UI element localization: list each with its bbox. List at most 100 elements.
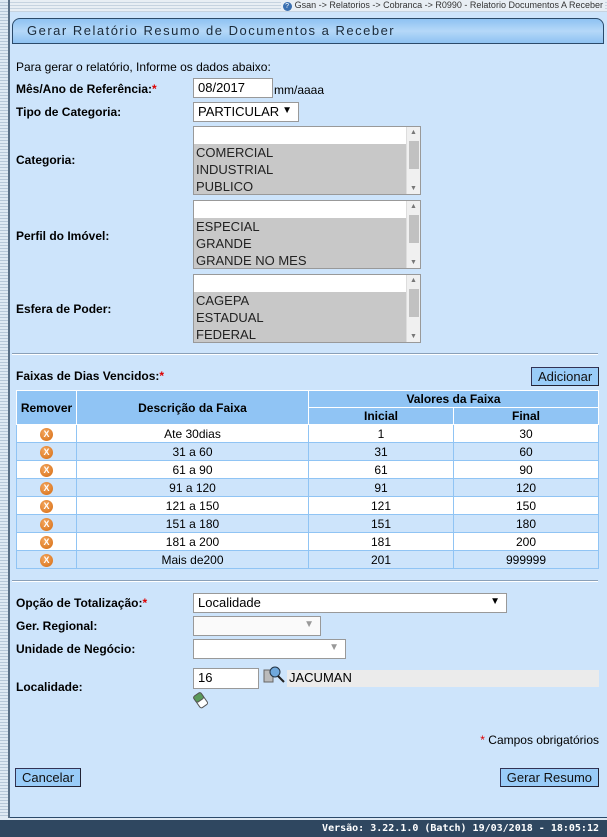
table-row: X 151 a 180 151 180 — [16, 514, 599, 533]
remove-cell: X — [16, 460, 77, 479]
descricao-cell: 31 a 60 — [76, 442, 309, 461]
final-cell: 60 — [453, 442, 599, 461]
unidade-label: Unidade de Negócio: — [16, 642, 136, 656]
localidade-code-input[interactable]: 16 — [193, 668, 259, 689]
esfera-listbox[interactable]: CAGEPA ESTADUAL FEDERAL ▲ ▼ — [193, 274, 421, 343]
remove-cell: X — [16, 496, 77, 515]
inicial-cell: 91 — [308, 478, 454, 497]
inicial-cell: 151 — [308, 514, 454, 533]
remove-icon[interactable]: X — [40, 554, 53, 567]
list-option[interactable]: COMERCIAL — [194, 144, 420, 161]
final-cell: 180 — [453, 514, 599, 533]
left-frame-border — [0, 0, 10, 818]
search-icon[interactable] — [263, 665, 285, 685]
table-row: X 181 a 200 181 200 — [16, 532, 599, 551]
breadcrumb-text[interactable]: Gsan -> Relatorios -> Cobranca -> R0990 … — [295, 0, 603, 10]
perfil-label: Perfil do Imóvel: — [16, 229, 110, 243]
descricao-cell: 151 a 180 — [76, 514, 309, 533]
remove-icon[interactable]: X — [40, 446, 53, 459]
list-option[interactable]: PUBLICO — [194, 178, 420, 194]
adicionar-button[interactable]: Adicionar — [531, 367, 600, 386]
chevron-down-icon: ▼ — [329, 642, 339, 653]
esfera-label: Esfera de Poder: — [16, 302, 112, 316]
remove-icon[interactable]: X — [40, 536, 53, 549]
unidade-select[interactable]: ▼ — [193, 639, 346, 659]
list-option[interactable]: GRANDE — [194, 235, 420, 252]
divider — [12, 353, 598, 355]
header-final: Final — [453, 407, 599, 425]
scrollbar[interactable]: ▲ ▼ — [406, 201, 420, 268]
perfil-listbox[interactable]: ESPECIAL GRANDE GRANDE NO MES ▲ ▼ — [193, 200, 421, 269]
ger-regional-select[interactable]: ▼ — [193, 616, 321, 636]
required-note: * Campos obrigatórios — [480, 733, 599, 747]
page-title: Gerar Relatório Resumo de Documentos a R… — [12, 18, 604, 44]
chevron-down-icon: ▼ — [304, 619, 314, 630]
chevron-down-icon: ▼ — [490, 596, 500, 607]
inicial-cell: 31 — [308, 442, 454, 461]
list-option[interactable] — [194, 127, 420, 144]
gerar-resumo-button[interactable]: Gerar Resumo — [499, 768, 599, 787]
breadcrumb: ? Gsan -> Relatorios -> Cobranca -> R0990… — [280, 0, 605, 11]
table-row: X 91 a 120 91 120 — [16, 478, 599, 497]
list-option[interactable]: ESPECIAL — [194, 218, 420, 235]
table-row: X Mais de200 201 999999 — [16, 550, 599, 569]
descricao-cell: 61 a 90 — [76, 460, 309, 479]
descricao-cell: 121 a 150 — [76, 496, 309, 515]
mes-ano-input[interactable]: 08/2017 — [193, 78, 273, 98]
final-cell: 150 — [453, 496, 599, 515]
table-row: X 121 a 150 121 150 — [16, 496, 599, 515]
header-inicial: Inicial — [308, 407, 454, 425]
remove-icon[interactable]: X — [40, 500, 53, 513]
intro-text: Para gerar o relatório, Informe os dados… — [16, 60, 271, 74]
list-option[interactable]: GRANDE NO MES — [194, 252, 420, 268]
table-row: X Ate 30dias 1 30 — [16, 424, 599, 443]
list-option[interactable]: ESTADUAL — [194, 309, 420, 326]
faixas-table: Remover Descrição da Faixa Valores da Fa… — [16, 390, 599, 569]
inicial-cell: 121 — [308, 496, 454, 515]
categoria-label: Categoria: — [16, 153, 76, 167]
inicial-cell: 1 — [308, 424, 454, 443]
remove-cell: X — [16, 532, 77, 551]
remove-icon[interactable]: X — [40, 464, 53, 477]
remove-cell: X — [16, 550, 77, 569]
list-option[interactable]: FEDERAL — [194, 326, 420, 342]
table-row: X 61 a 90 61 90 — [16, 460, 599, 479]
localidade-label: Localidade: — [16, 680, 83, 694]
final-cell: 120 — [453, 478, 599, 497]
header-remover: Remover — [16, 390, 77, 425]
localidade-name: JACUMAN — [287, 670, 599, 687]
categoria-listbox[interactable]: COMERCIAL INDUSTRIAL PUBLICO ▲ ▼ — [193, 126, 421, 195]
totalizacao-select[interactable]: Localidade ▼ — [193, 593, 507, 613]
table-row: X 31 a 60 31 60 — [16, 442, 599, 461]
list-option[interactable] — [194, 275, 420, 292]
inicial-cell: 61 — [308, 460, 454, 479]
final-cell: 30 — [453, 424, 599, 443]
divider — [12, 580, 598, 582]
mes-ano-hint: mm/aaaa — [274, 83, 325, 97]
header-valores: Valores da Faixa — [308, 390, 599, 408]
remove-icon[interactable]: X — [40, 482, 53, 495]
mes-ano-label: Mês/Ano de Referência:* — [16, 82, 157, 96]
remove-icon[interactable]: X — [40, 518, 53, 531]
content-bottom-edge — [10, 808, 607, 818]
list-option[interactable]: INDUSTRIAL — [194, 161, 420, 178]
cancel-button[interactable]: Cancelar — [15, 768, 82, 787]
scrollbar[interactable]: ▲ ▼ — [406, 127, 420, 194]
descricao-cell: 181 a 200 — [76, 532, 309, 551]
scrollbar[interactable]: ▲ ▼ — [406, 275, 420, 342]
header-descricao: Descrição da Faixa — [76, 390, 309, 425]
list-option[interactable] — [194, 201, 420, 218]
list-option[interactable]: CAGEPA — [194, 292, 420, 309]
remove-cell: X — [16, 424, 77, 443]
help-icon[interactable]: ? — [282, 2, 292, 11]
tipo-categoria-select[interactable]: PARTICULAR ▼ — [193, 102, 299, 122]
descricao-cell: Mais de200 — [76, 550, 309, 569]
descricao-cell: 91 a 120 — [76, 478, 309, 497]
inicial-cell: 181 — [308, 532, 454, 551]
totalizacao-label: Opção de Totalização:* — [16, 596, 148, 610]
eraser-icon[interactable] — [193, 691, 209, 709]
remove-icon[interactable]: X — [40, 428, 53, 441]
remove-cell: X — [16, 478, 77, 497]
final-cell: 90 — [453, 460, 599, 479]
inicial-cell: 201 — [308, 550, 454, 569]
